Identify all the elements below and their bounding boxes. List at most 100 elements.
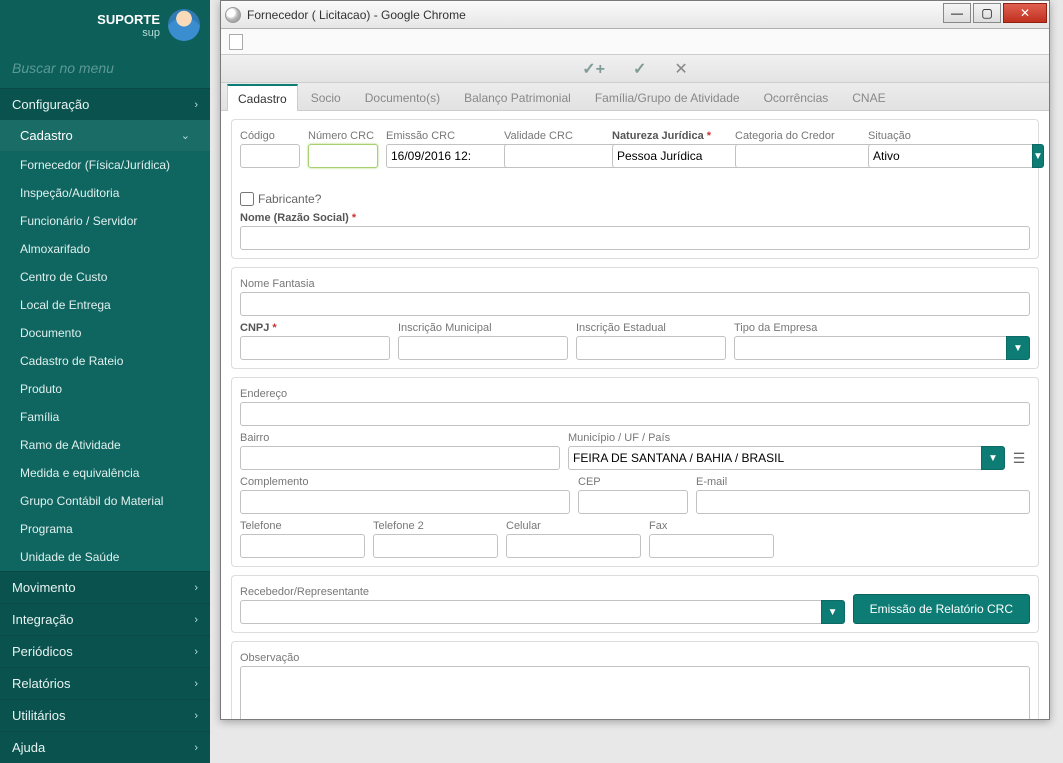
nav-relatorios[interactable]: Relatórios› — [0, 667, 210, 699]
label-categoria: Categoria do Credor — [735, 130, 860, 142]
chevron-down-icon[interactable]: ▼ — [821, 600, 845, 624]
nav-movimento[interactable]: Movimento› — [0, 571, 210, 603]
form-toolbar: ✓+ ✓ ✕ — [221, 55, 1049, 83]
label-codigo: Código — [240, 130, 300, 142]
label-endereco: Endereço — [240, 388, 1030, 400]
chevron-down-icon[interactable]: ▼ — [1032, 144, 1044, 168]
avatar[interactable] — [168, 9, 200, 41]
sidebar-item[interactable]: Local de Entrega — [0, 291, 210, 319]
label-fabricante: Fabricante? — [258, 192, 321, 206]
label-insc-mun: Inscrição Municipal — [398, 322, 568, 334]
tab-cnae[interactable]: CNAE — [841, 84, 896, 111]
label-emissao-crc: Emissão CRC — [386, 130, 496, 142]
sidebar-item[interactable]: Inspeção/Auditoria — [0, 179, 210, 207]
nav-periodicos[interactable]: Periódicos› — [0, 635, 210, 667]
titlebar[interactable]: Fornecedor ( Licitacao) - Google Chrome … — [221, 1, 1049, 29]
nav-integracao[interactable]: Integração› — [0, 603, 210, 635]
label-situacao: Situação — [868, 130, 948, 142]
window-title: Fornecedor ( Licitacao) - Google Chrome — [247, 8, 466, 22]
complemento-input[interactable] — [240, 490, 570, 514]
cancel-icon[interactable]: ✕ — [674, 59, 687, 79]
insc-mun-input[interactable] — [398, 336, 568, 360]
label-bairro: Bairro — [240, 432, 560, 444]
maximize-button[interactable]: ▢ — [973, 3, 1001, 23]
label-complemento: Complemento — [240, 476, 570, 488]
insc-est-input[interactable] — [576, 336, 726, 360]
label-cnpj: CNPJ — [240, 322, 390, 334]
sidebar-item[interactable]: Cadastro de Rateio — [0, 347, 210, 375]
sidebar-item[interactable]: Grupo Contábil do Material — [0, 487, 210, 515]
cnpj-input[interactable] — [240, 336, 390, 360]
tab-balanco[interactable]: Balanço Patrimonial — [453, 84, 582, 111]
list-icon[interactable]: ☰ — [1008, 446, 1030, 470]
sidebar-item[interactable]: Centro de Custo — [0, 263, 210, 291]
label-email: E-mail — [696, 476, 1030, 488]
tab-familia[interactable]: Família/Grupo de Atividade — [584, 84, 751, 111]
nav-ajuda[interactable]: Ajuda› — [0, 731, 210, 763]
chevron-down-icon[interactable]: ▼ — [1006, 336, 1030, 360]
label-numero-crc: Número CRC — [308, 130, 378, 142]
minimize-button[interactable]: — — [943, 3, 971, 23]
chevron-right-icon: › — [194, 742, 198, 754]
label-natureza: Natureza Jurídica — [612, 130, 727, 142]
email-input[interactable] — [696, 490, 1030, 514]
tabs: Cadastro Socio Documento(s) Balanço Patr… — [221, 83, 1049, 111]
label-telefone: Telefone — [240, 520, 365, 532]
label-tipo-emp: Tipo da Empresa — [734, 322, 1030, 334]
close-button[interactable]: ✕ — [1003, 3, 1047, 23]
label-observacao: Observação — [240, 652, 1030, 664]
tab-ocorrencias[interactable]: Ocorrências — [753, 84, 840, 111]
observacao-textarea[interactable] — [240, 666, 1030, 719]
label-fax: Fax — [649, 520, 774, 532]
nav-utilitarios[interactable]: Utilitários› — [0, 699, 210, 731]
telefone2-input[interactable] — [373, 534, 498, 558]
numero-crc-input[interactable] — [308, 144, 378, 168]
sidebar-item[interactable]: Programa — [0, 515, 210, 543]
situacao-select[interactable] — [868, 144, 1032, 168]
nav-configuracao[interactable]: Configuração› — [0, 88, 210, 120]
fantasia-input[interactable] — [240, 292, 1030, 316]
codigo-input[interactable] — [240, 144, 300, 168]
endereco-input[interactable] — [240, 402, 1030, 426]
nav-cadastro[interactable]: Cadastro⌄ — [0, 120, 210, 151]
sidebar-item[interactable]: Família — [0, 403, 210, 431]
municipio-select[interactable] — [568, 446, 981, 470]
chevron-right-icon: › — [194, 99, 198, 111]
chevron-right-icon: › — [194, 582, 198, 594]
search-input[interactable] — [12, 60, 198, 76]
sidebar-item[interactable]: Fornecedor (Física/Jurídica) — [0, 151, 210, 179]
recebedor-select[interactable] — [240, 600, 821, 624]
chevron-down-icon[interactable]: ▼ — [981, 446, 1005, 470]
tab-documentos[interactable]: Documento(s) — [354, 84, 451, 111]
sidebar-item[interactable]: Produto — [0, 375, 210, 403]
fabricante-checkbox[interactable] — [240, 192, 254, 206]
sidebar-item[interactable]: Almoxarifado — [0, 235, 210, 263]
bairro-input[interactable] — [240, 446, 560, 470]
chevron-right-icon: › — [194, 710, 198, 722]
cep-input[interactable] — [578, 490, 688, 514]
chrome-window: Fornecedor ( Licitacao) - Google Chrome … — [220, 0, 1050, 720]
fax-input[interactable] — [649, 534, 774, 558]
sidebar-item[interactable]: Ramo de Atividade — [0, 431, 210, 459]
celular-input[interactable] — [506, 534, 641, 558]
sidebar-item[interactable]: Documento — [0, 319, 210, 347]
check-plus-icon[interactable]: ✓+ — [582, 59, 605, 79]
tab-cadastro[interactable]: Cadastro — [227, 84, 298, 111]
browser-toolbar — [221, 29, 1049, 55]
chevron-right-icon: › — [194, 678, 198, 690]
label-insc-est: Inscrição Estadual — [576, 322, 726, 334]
razao-input[interactable] — [240, 226, 1030, 250]
tipo-emp-select[interactable] — [734, 336, 1006, 360]
tab-socio[interactable]: Socio — [300, 84, 352, 111]
label-validade-crc: Validade CRC — [504, 130, 604, 142]
sidebar-item[interactable]: Medida e equivalência — [0, 459, 210, 487]
chevron-down-icon: ⌄ — [181, 129, 190, 142]
document-icon[interactable] — [229, 34, 243, 50]
sidebar-item[interactable]: Unidade de Saúde — [0, 543, 210, 571]
emissao-crc-button[interactable]: Emissão de Relatório CRC — [853, 594, 1030, 624]
telefone-input[interactable] — [240, 534, 365, 558]
label-celular: Celular — [506, 520, 641, 532]
label-razao: Nome (Razão Social) — [240, 212, 1030, 224]
sidebar-item[interactable]: Funcionário / Servidor — [0, 207, 210, 235]
check-icon[interactable]: ✓ — [633, 59, 646, 79]
